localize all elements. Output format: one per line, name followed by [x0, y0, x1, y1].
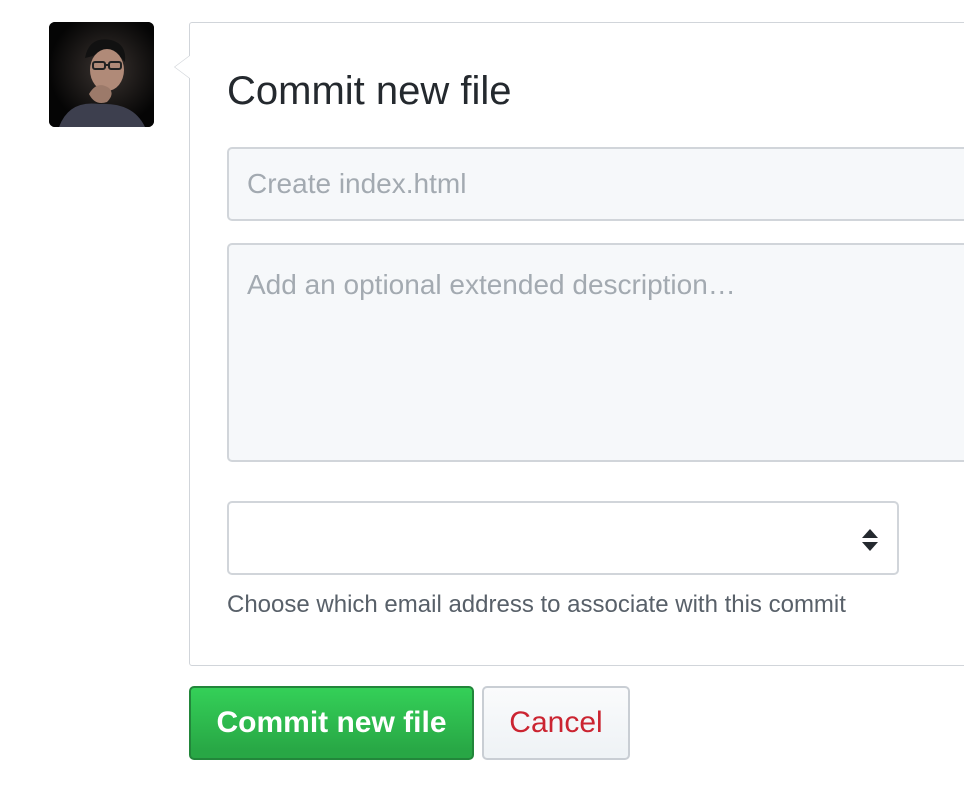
commit-new-file-button[interactable]: Commit new file — [189, 686, 474, 760]
email-help-text: Choose which email address to associate … — [227, 591, 846, 618]
page-title: Commit new file — [227, 69, 512, 113]
commit-email-select[interactable] — [227, 501, 899, 575]
commit-summary-input[interactable] — [227, 147, 964, 221]
avatar-image — [49, 22, 154, 127]
commit-description-textarea[interactable] — [227, 243, 964, 462]
avatar[interactable] — [49, 22, 154, 127]
select-arrows-icon — [862, 529, 878, 551]
commit-form-panel: Commit new file Choose which email addre… — [174, 22, 964, 666]
cancel-button[interactable]: Cancel — [482, 686, 630, 760]
